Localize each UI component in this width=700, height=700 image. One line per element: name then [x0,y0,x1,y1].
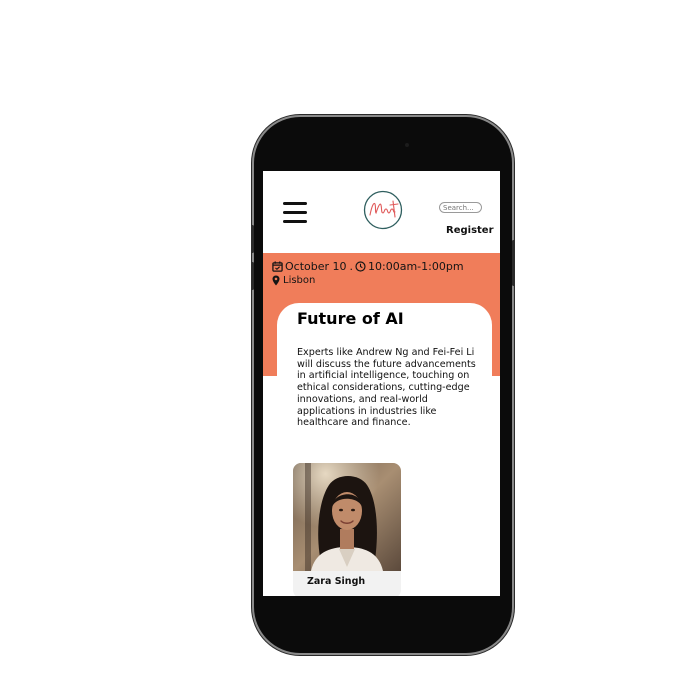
phone-side-button-left-2 [251,262,254,290]
event-description: Experts like Andrew Ng and Fei-Fei Li wi… [297,347,476,429]
event-time: 10:00am-1:00pm [368,260,464,273]
clock-icon [355,261,366,272]
phone-screen: Register October 10 . 10:00am-1:00pm [263,171,500,596]
event-date: October 10 [285,260,347,273]
register-link[interactable]: Register [446,225,494,236]
calendar-check-icon [272,261,283,272]
speaker-card[interactable]: Zara Singh [293,463,401,596]
speaker-name: Zara Singh [307,576,366,587]
page-background: Register October 10 . 10:00am-1:00pm [0,0,700,700]
event-datetime: October 10 . 10:00am-1:00pm [272,260,464,273]
app-header: Register [263,171,500,253]
phone-side-button-left [251,225,254,253]
event-location-text: Lisbon [283,275,316,286]
event-title: Future of AI [297,309,404,328]
event-location: Lisbon [272,275,315,286]
search-input[interactable] [439,202,482,213]
meet-logo-mark [363,190,403,230]
event-card: Future of AI Experts like Andrew Ng and … [277,303,492,596]
date-time-separator: . [349,260,354,273]
map-pin-icon [272,275,280,286]
meet-logo[interactable] [363,190,403,230]
phone-power-button [512,240,515,286]
speaker-photo [293,463,401,571]
hamburger-menu-icon[interactable] [283,202,307,224]
phone-camera [405,143,409,147]
